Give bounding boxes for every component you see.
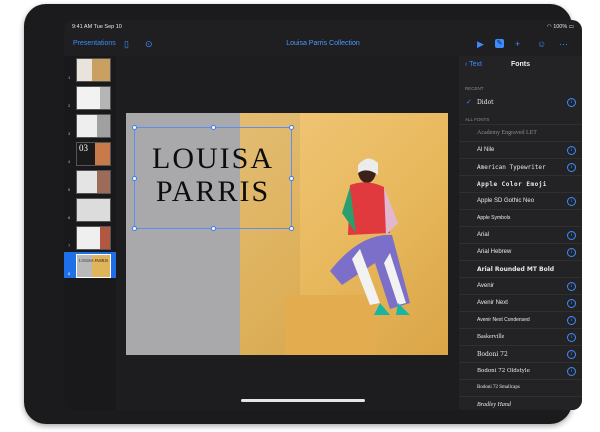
model-figure-image xyxy=(330,158,410,315)
resize-handle[interactable] xyxy=(289,226,294,231)
screen: 9:41 AM Tue Sep 10 ◠ 100% ▭ Presentation… xyxy=(64,20,582,410)
info-icon[interactable]: i xyxy=(567,163,576,172)
recent-section-header: RECENT xyxy=(465,86,484,91)
resize-handle[interactable] xyxy=(211,125,216,130)
battery-icon: ▭ xyxy=(568,24,574,30)
font-row[interactable]: Apple Color Emoji xyxy=(459,175,582,193)
font-row-didot[interactable]: ✓ Didot i xyxy=(459,94,582,111)
plus-icon[interactable]: + xyxy=(515,39,520,49)
ellipsis-icon[interactable]: ⋯ xyxy=(559,39,568,49)
font-name: Arial xyxy=(477,232,490,238)
slide-thumbnail-5[interactable]: 5 xyxy=(64,168,116,194)
resize-handle[interactable] xyxy=(132,176,137,181)
resize-handle[interactable] xyxy=(132,125,137,130)
slide-thumbnail-1[interactable]: 1 xyxy=(64,56,116,82)
font-row[interactable]: Bodoni 72 Oldstyle i xyxy=(459,362,582,380)
status-bar: 9:41 AM Tue Sep 10 ◠ 100% ▭ xyxy=(64,20,582,34)
font-row[interactable]: Arial Rounded MT Bold xyxy=(459,260,582,278)
slide-thumbnail-8[interactable]: 8 LOUISA PARRIS xyxy=(64,252,116,278)
font-name: Academy Engraved LET xyxy=(477,130,537,136)
font-name: Apple SD Gothic Neo xyxy=(477,198,535,204)
font-row[interactable]: Bodoni 72 Smallcaps xyxy=(459,379,582,397)
font-name: Baskerville xyxy=(477,334,505,340)
font-name: Apple Symbols xyxy=(477,215,511,221)
fonts-panel: ‹ Text Fonts RECENT ✓ Didot i ALL FONTS … xyxy=(459,56,582,410)
ipad-device: 9:41 AM Tue Sep 10 ◠ 100% ▭ Presentation… xyxy=(24,4,582,424)
all-fonts-section-header: ALL FONTS xyxy=(465,117,490,122)
format-brush-icon[interactable]: ✎ xyxy=(495,39,504,48)
font-row[interactable]: Apple SD Gothic Neo i xyxy=(459,192,582,210)
font-name: Avenir Next xyxy=(477,300,508,306)
fonts-panel-header: ‹ Text Fonts xyxy=(459,56,582,78)
fonts-panel-title: Fonts xyxy=(510,61,531,68)
font-row[interactable]: Avenir Next Condensed i xyxy=(459,311,582,329)
font-row[interactable]: Avenir i xyxy=(459,277,582,295)
font-name: Bodoni 72 Smallcaps xyxy=(477,385,520,390)
info-icon[interactable]: i xyxy=(567,367,576,376)
font-name: Bradley Hand xyxy=(477,402,511,408)
slide-navigator: 1 2 3 4 03 5 6 7 8 LOUISA PARRIS xyxy=(64,56,116,410)
slide-thumbnail-6[interactable]: 6 xyxy=(64,196,116,222)
font-row[interactable]: Arial Hebrew i xyxy=(459,243,582,261)
info-icon[interactable]: i xyxy=(567,316,576,325)
wifi-icon: ◠ xyxy=(546,24,552,30)
resize-handle[interactable] xyxy=(289,176,294,181)
font-row[interactable]: Al Nile i xyxy=(459,141,582,159)
slide-canvas: LOUISA PARRIS xyxy=(116,56,459,410)
info-icon[interactable]: i xyxy=(567,98,576,107)
font-row[interactable]: Apple Symbols xyxy=(459,209,582,227)
slide-thumbnail-3[interactable]: 3 xyxy=(64,112,116,138)
info-icon[interactable]: i xyxy=(567,350,576,359)
font-name: Arial Rounded MT Bold xyxy=(477,266,555,273)
resize-handle[interactable] xyxy=(132,226,137,231)
slide-thumbnail-4[interactable]: 4 03 xyxy=(64,140,116,166)
font-row[interactable]: Avenir Next i xyxy=(459,294,582,312)
document-title[interactable]: Louisa Parris Collection xyxy=(64,40,582,47)
info-icon[interactable]: i xyxy=(567,333,576,342)
slide-thumbnail-7[interactable]: 7 xyxy=(64,224,116,250)
font-row[interactable]: Baskerville i xyxy=(459,328,582,346)
info-icon[interactable]: i xyxy=(567,248,576,257)
play-icon[interactable]: ▶ xyxy=(477,39,484,49)
font-row[interactable]: Bodoni 72 i xyxy=(459,345,582,363)
status-battery: ◠ 100% ▭ xyxy=(547,24,574,30)
slide-thumbnail-2[interactable]: 2 xyxy=(64,84,116,110)
slide-title[interactable]: LOUISA PARRIS xyxy=(135,142,291,208)
home-indicator xyxy=(241,399,365,402)
info-icon[interactable]: i xyxy=(567,231,576,240)
font-name: Bodoni 72 xyxy=(477,351,508,358)
resize-handle[interactable] xyxy=(289,125,294,130)
font-name: Bodoni 72 Oldstyle xyxy=(477,368,530,374)
info-icon[interactable]: i xyxy=(567,197,576,206)
font-row[interactable]: Academy Engraved LET xyxy=(459,124,582,142)
font-name: Apple Color Emoji xyxy=(477,181,547,188)
font-row[interactable]: Arial i xyxy=(459,226,582,244)
font-name: Avenir xyxy=(477,283,494,289)
status-time: 9:41 AM Tue Sep 10 xyxy=(72,24,122,30)
checkmark-icon: ✓ xyxy=(466,99,472,106)
font-row[interactable]: Bradley Hand xyxy=(459,396,582,410)
collaborate-icon[interactable]: ☺ xyxy=(537,39,546,49)
battery-percent: 100% xyxy=(553,24,568,30)
font-name: Arial Hebrew xyxy=(477,249,512,255)
title-textbox[interactable]: LOUISA PARRIS xyxy=(132,125,294,231)
resize-handle[interactable] xyxy=(211,226,216,231)
info-icon[interactable]: i xyxy=(567,282,576,291)
toolbar: Presentations ▯ ⊙ Louisa Parris Collecti… xyxy=(64,34,582,56)
font-row[interactable]: American Typewriter i xyxy=(459,158,582,176)
font-name: American Typewriter xyxy=(477,164,546,171)
current-slide[interactable]: LOUISA PARRIS xyxy=(126,113,448,355)
font-name: Al Nile xyxy=(477,147,495,153)
font-name: Avenir Next Condensed xyxy=(477,317,530,323)
info-icon[interactable]: i xyxy=(567,146,576,155)
info-icon[interactable]: i xyxy=(567,299,576,308)
